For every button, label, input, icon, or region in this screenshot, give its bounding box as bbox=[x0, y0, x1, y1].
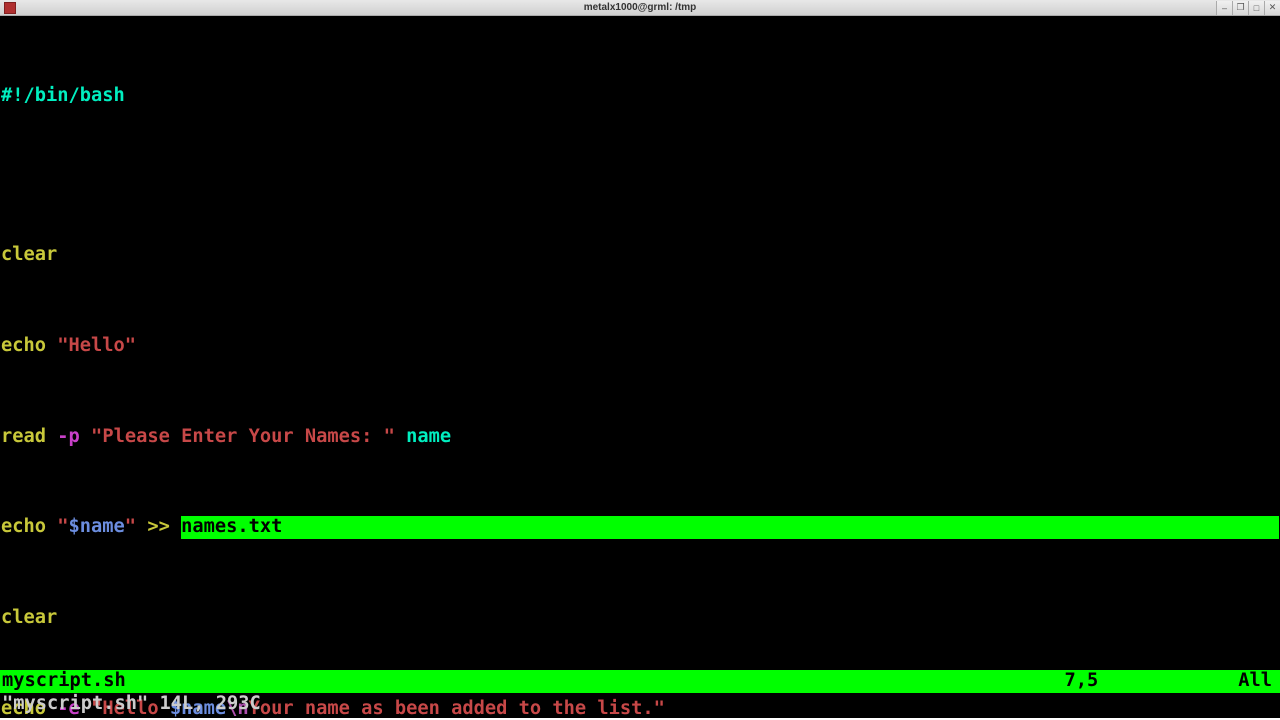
status-filename: myscript.sh bbox=[2, 670, 126, 693]
vim-status-bar: myscript.sh 7,5 All bbox=[0, 670, 1280, 693]
visual-selection: names.txt bbox=[181, 516, 1279, 539]
app-icon bbox=[4, 2, 16, 14]
code-line: clear bbox=[1, 607, 1279, 630]
code-line bbox=[1, 153, 1279, 176]
vim-command-line: "myscript.sh" 14L, 293C bbox=[0, 693, 1280, 716]
window-title: metalx1000@grml: /tmp bbox=[584, 2, 697, 13]
status-cursor-position: 7,5 bbox=[1064, 670, 1098, 693]
code-line: read -p "Please Enter Your Names: " name bbox=[1, 426, 1279, 449]
code-line: echo "$name" >> names.txt bbox=[1, 516, 1279, 539]
terminal[interactable]: #!/bin/bash clear echo "Hello" read -p "… bbox=[0, 16, 1280, 718]
window-titlebar: metalx1000@grml: /tmp – ❐ □ ✕ bbox=[0, 0, 1280, 16]
restore-button[interactable]: ❐ bbox=[1232, 1, 1248, 15]
status-scroll: All bbox=[1238, 670, 1272, 693]
close-button[interactable]: ✕ bbox=[1264, 1, 1280, 15]
maximize-button[interactable]: □ bbox=[1248, 1, 1264, 15]
code-line: echo "Hello" bbox=[1, 335, 1279, 358]
minimize-button[interactable]: – bbox=[1216, 1, 1232, 15]
window-buttons: – ❐ □ ✕ bbox=[1216, 1, 1280, 15]
code-line: clear bbox=[1, 244, 1279, 267]
code-line: #!/bin/bash bbox=[1, 85, 1279, 108]
